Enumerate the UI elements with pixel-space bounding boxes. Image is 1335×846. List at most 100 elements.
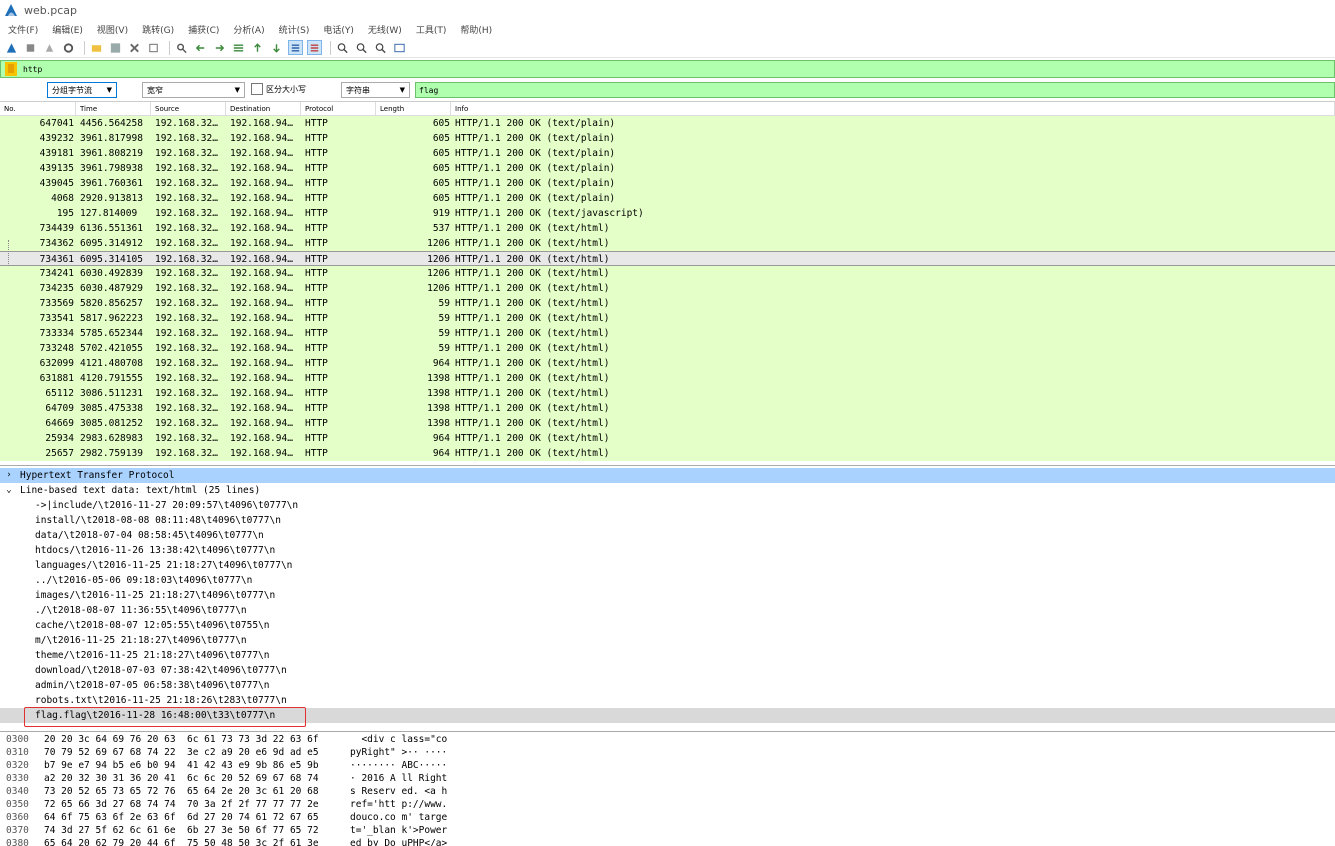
menu-item[interactable]: 工具(T) [416,23,447,36]
table-row[interactable]: 733541 5817.962223 192.168.32… 192.168.94… H… [0,311,1335,326]
hex-row[interactable]: 0320 b7 9e e7 94 b5 e6 b0 94 41 42 43 e9 … [0,759,460,772]
go-forward-button[interactable] [212,40,227,55]
tree-node[interactable]: download/\t2018-07-03 07:38:42\t4096\t07… [0,663,1335,678]
table-row[interactable]: 734235 6030.487929 192.168.32… 192.168.94… H… [0,281,1335,296]
tree-node[interactable]: ⌄ Line-based text data: text/html (25 lin… [0,483,1335,498]
filter-bookmark-icon[interactable] [5,62,17,76]
table-row[interactable]: 632099 4121.480708 192.168.32… 192.168.94… H… [0,356,1335,371]
hex-row[interactable]: 0300 20 20 3c 64 69 76 20 63 6c 61 73 73 … [0,733,460,746]
case-sensitive-checkbox[interactable]: 区分大小写 [251,83,306,95]
search-input[interactable]: flag [415,82,1335,98]
table-row[interactable]: 195 127.814009 192.168.32… 192.168.94… HTTP 9… [0,206,1335,221]
table-row[interactable]: 25657 2982.759139 192.168.32… 192.168.94… HT… [0,446,1335,461]
table-row[interactable]: 439045 3961.760361 192.168.32… 192.168.94… H… [0,176,1335,191]
table-row[interactable]: 733569 5820.856257 192.168.32… 192.168.94… H… [0,296,1335,311]
tree-node[interactable]: robots.txt\t2016-11-25 21:18:26\t283\t07… [0,693,1335,708]
menu-item[interactable]: 视图(V) [97,23,128,36]
reload-button[interactable] [146,40,161,55]
open-folder-button[interactable] [89,40,104,55]
go-back-button[interactable] [193,40,208,55]
column-header[interactable]: Protocol [301,102,376,116]
column-header[interactable]: Info [451,102,1335,116]
menu-item[interactable]: 编辑(E) [52,23,83,36]
colorize-button[interactable] [307,40,322,55]
hex-row[interactable]: 0360 64 6f 75 63 6f 2e 63 6f 6d 27 20 74 … [0,811,460,824]
table-row[interactable]: 25934 2983.628983 192.168.32… 192.168.94… HT… [0,431,1335,446]
go-to-packet-button[interactable] [231,40,246,55]
tree-node[interactable]: languages/\t2016-11-25 21:18:27\t4096\t0… [0,558,1335,573]
column-header[interactable]: No. [0,102,76,116]
table-row[interactable]: 734439 6136.551361 192.168.32… 192.168.94… H… [0,221,1335,236]
tree-node[interactable]: admin/\t2018-07-05 06:58:38\t4096\t0777\… [0,678,1335,693]
tree-node[interactable]: data/\t2018-07-04 08:58:45\t4096\t0777\n [0,528,1335,543]
shark-fin-button[interactable] [4,40,19,55]
resize-columns-button[interactable] [392,40,407,55]
checkbox-box[interactable] [251,83,263,95]
menu-item[interactable]: 无线(W) [368,23,402,36]
column-header[interactable]: Destination [226,102,301,116]
restart-button[interactable] [42,40,57,55]
hex-row[interactable]: 0310 70 79 52 69 67 68 74 22 3e c2 a9 20 … [0,746,460,759]
hex-row[interactable]: 0370 74 3d 27 5f 62 6c 61 6e 6b 27 3e 50 … [0,824,460,837]
search-charset-select[interactable]: 宽窄 ▼ [142,82,245,98]
tree-node[interactable]: install/\t2018-08-08 08:11:48\t4096\t077… [0,513,1335,528]
close-file-button[interactable] [127,40,142,55]
find-button[interactable] [174,40,189,55]
tree-node[interactable]: ../\t2016-05-06 09:18:03\t4096\t0777\n [0,573,1335,588]
column-header[interactable]: Time [76,102,151,116]
last-packet-button[interactable] [269,40,284,55]
menu-item[interactable]: 跳转(G) [142,23,174,36]
save-button[interactable] [108,40,123,55]
tree-node[interactable]: › Hypertext Transfer Protocol [0,468,1335,483]
packet-bytes-pane[interactable]: 0300 20 20 3c 64 69 76 20 63 6c 61 73 73 … [0,731,1335,846]
table-row[interactable]: 65112 3086.511231 192.168.32… 192.168.94… HT… [0,386,1335,401]
table-row[interactable]: 733248 5702.421055 192.168.32… 192.168.94… H… [0,341,1335,356]
table-row[interactable]: 439135 3961.798938 192.168.32… 192.168.94… H… [0,161,1335,176]
column-header[interactable]: Source [151,102,226,116]
column-header[interactable]: Length [376,102,451,116]
menu-item[interactable]: 文件(F) [8,23,38,36]
table-row[interactable]: 734241 6030.492839 192.168.32… 192.168.94… H… [0,266,1335,281]
zoom-normal-button[interactable] [373,40,388,55]
hex-row[interactable]: 0340 73 20 52 65 73 65 72 76 65 64 2e 20 … [0,785,460,798]
table-row[interactable]: 734361 6095.314105 192.168.32… 192.168.94… H… [0,251,1335,266]
table-row[interactable]: 64709 3085.475338 192.168.32… 192.168.94… HT… [0,401,1335,416]
tree-node[interactable]: cache/\t2018-08-07 12:05:55\t4096\t0755\… [0,618,1335,633]
search-scope-select[interactable]: 分组字节流 ▼ [47,82,117,98]
table-row[interactable]: 647041 4456.564258 192.168.32… 192.168.94… H… [0,116,1335,131]
table-row[interactable]: 439181 3961.808219 192.168.32… 192.168.94… H… [0,146,1335,161]
menu-item[interactable]: 帮助(H) [460,23,492,36]
table-row[interactable]: 439232 3961.817998 192.168.32… 192.168.94… H… [0,131,1335,146]
tree-node[interactable]: m/\t2016-11-25 21:18:27\t4096\t0777\n [0,633,1335,648]
tree-node[interactable]: images/\t2016-11-25 21:18:27\t4096\t0777… [0,588,1335,603]
table-row[interactable]: 733334 5785.652344 192.168.32… 192.168.94… H… [0,326,1335,341]
table-row[interactable]: 631881 4120.791555 192.168.32… 192.168.94… H… [0,371,1335,386]
stop-button[interactable] [23,40,38,55]
table-row[interactable]: 4068 2920.913813 192.168.32… 192.168.94… HTT… [0,191,1335,206]
zoom-in-button[interactable] [335,40,350,55]
tree-node[interactable]: htdocs/\t2016-11-26 13:38:42\t4096\t0777… [0,543,1335,558]
chevron-right-icon[interactable]: › [4,468,14,483]
hex-row[interactable]: 0330 a2 20 32 30 31 36 20 41 6c 6c 20 52 … [0,772,460,785]
display-filter-bar[interactable]: http [0,60,1335,78]
menu-item[interactable]: 电话(Y) [323,23,354,36]
tree-node[interactable]: ->|include/\t2016-11-27 20:09:57\t4096\t… [0,498,1335,513]
menu-item[interactable]: 捕获(C) [188,23,219,36]
display-filter-input[interactable]: http [23,65,42,74]
options-button[interactable] [61,40,76,55]
tree-node[interactable]: ./\t2018-08-07 11:36:55\t4096\t0777\n [0,603,1335,618]
autoscroll-button[interactable] [288,40,303,55]
first-packet-button[interactable] [250,40,265,55]
packet-list[interactable]: No. Time Source Destination Protocol Length In… [0,101,1335,463]
table-row[interactable]: 734362 6095.314912 192.168.32… 192.168.94… H… [0,236,1335,251]
menu-item[interactable]: 统计(S) [279,23,310,36]
menu-item[interactable]: 分析(A) [233,23,264,36]
hex-row[interactable]: 0380 65 64 20 62 79 20 44 6f 75 50 48 50 … [0,837,460,846]
tree-node[interactable]: theme/\t2016-11-25 21:18:27\t4096\t0777\… [0,648,1335,663]
chevron-down-icon[interactable]: ⌄ [4,483,14,498]
hex-row[interactable]: 0350 72 65 66 3d 27 68 74 74 70 3a 2f 2f … [0,798,460,811]
packet-details-pane[interactable]: › Hypertext Transfer Protocol ⌄ Line-based … [0,465,1335,729]
table-row[interactable]: 64669 3085.081252 192.168.32… 192.168.94… HT… [0,416,1335,431]
search-type-select[interactable]: 字符串 ▼ [341,82,410,98]
zoom-out-button[interactable] [354,40,369,55]
